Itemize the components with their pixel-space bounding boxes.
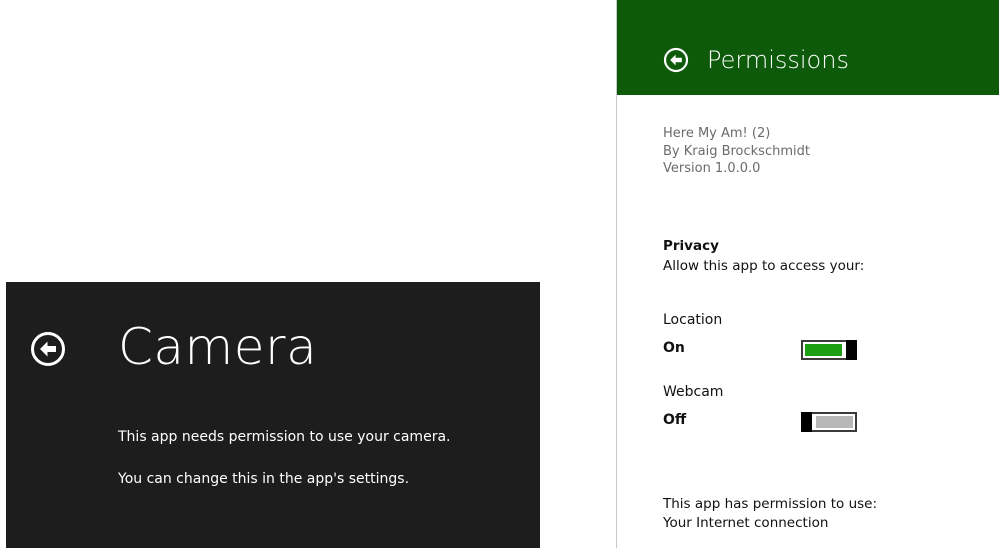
app-version: Version 1.0.0.0: [663, 161, 761, 176]
permissions-title: Permissions: [707, 46, 849, 74]
app-author: By Kraig Brockschmidt: [663, 143, 810, 159]
location-state: On: [663, 340, 685, 356]
webcam-state: Off: [663, 412, 687, 428]
permissions-used-heading: This app has permission to use:: [663, 496, 878, 512]
camera-message-permission: This app needs permission to use your ca…: [118, 429, 451, 445]
camera-permission-panel: Camera This app needs permission to use …: [6, 282, 540, 548]
permission-item-internet: Your Internet connection: [663, 515, 829, 531]
permissions-header: Permissions: [617, 0, 999, 95]
camera-title: Camera: [118, 318, 318, 376]
location-label: Location: [663, 312, 723, 328]
webcam-toggle[interactable]: [801, 412, 857, 432]
location-toggle-thumb[interactable]: [846, 340, 857, 360]
privacy-heading: Privacy: [663, 238, 719, 254]
app-name: Here My Am! (2): [663, 126, 771, 141]
privacy-description: Allow this app to access your:: [663, 258, 865, 274]
back-arrow-circle-icon[interactable]: [30, 331, 66, 367]
back-arrow-circle-icon[interactable]: [663, 47, 689, 73]
camera-message-settings: You can change this in the app's setting…: [118, 471, 410, 487]
location-toggle[interactable]: [801, 340, 857, 360]
app-info: Here My Am! (2) By Kraig Brockschmidt Ve…: [663, 125, 810, 178]
webcam-toggle-thumb[interactable]: [801, 412, 812, 432]
location-toggle-fill: [805, 344, 842, 356]
webcam-label: Webcam: [663, 384, 724, 400]
webcam-toggle-fill: [816, 416, 853, 428]
permissions-pane: Permissions Here My Am! (2) By Kraig Bro…: [616, 0, 999, 548]
